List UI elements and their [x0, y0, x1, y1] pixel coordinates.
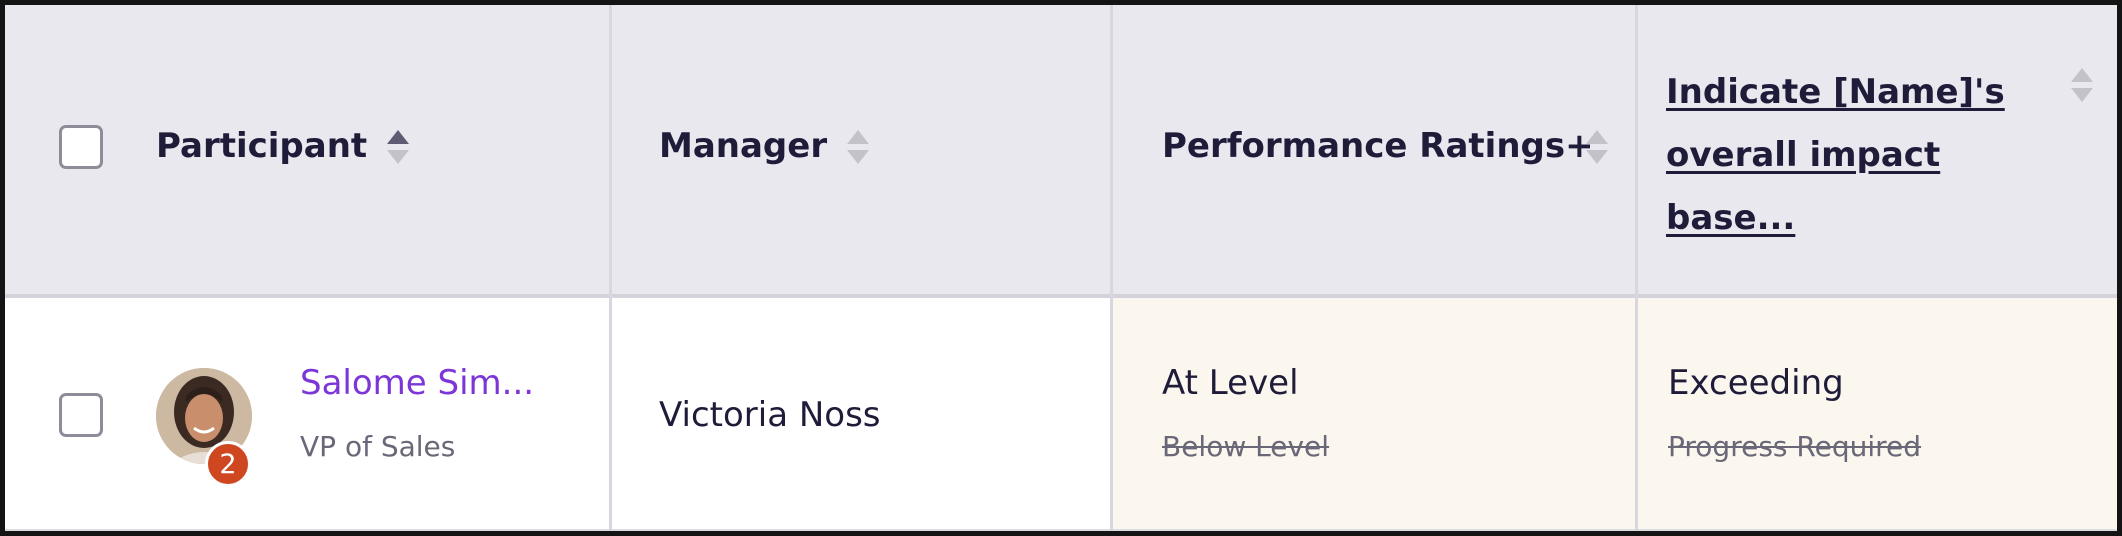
column-header-overall-impact[interactable]: Indicate [Name]'s overall impact base...: [1666, 61, 2066, 250]
column-divider: [1635, 5, 1638, 531]
participant-name-link[interactable]: Salome Sim...: [300, 363, 534, 403]
performance-rating-current: At Level: [1162, 363, 1299, 403]
overall-impact-previous: Progress Required: [1668, 430, 1922, 463]
participant-job-title: VP of Sales: [300, 430, 456, 463]
table-row[interactable]: [5, 298, 2117, 531]
overall-impact-current: Exceeding: [1668, 363, 1844, 403]
rating-cell-highlight: [1112, 298, 1636, 529]
column-divider: [609, 5, 612, 531]
column-header-manager[interactable]: Manager: [659, 126, 827, 166]
review-table: Participant Manager Performance Ratings+…: [0, 0, 2122, 536]
select-all-checkbox[interactable]: [59, 125, 103, 169]
notification-count-badge: 2: [205, 441, 251, 487]
sort-icon[interactable]: [1586, 130, 1608, 168]
performance-rating-previous: Below Level: [1162, 430, 1330, 463]
column-divider: [1110, 5, 1113, 531]
column-header-participant[interactable]: Participant: [156, 126, 367, 166]
row-select-checkbox[interactable]: [59, 393, 103, 437]
sort-ascending-icon[interactable]: [387, 130, 409, 168]
sort-icon[interactable]: [847, 130, 869, 168]
sort-icon[interactable]: [2071, 68, 2093, 106]
column-header-performance-ratings[interactable]: Performance Ratings+: [1162, 126, 1594, 166]
table-header: Participant Manager Performance Ratings+…: [5, 5, 2117, 298]
rating-cell-highlight: [1638, 298, 2117, 529]
manager-name: Victoria Noss: [659, 395, 881, 435]
